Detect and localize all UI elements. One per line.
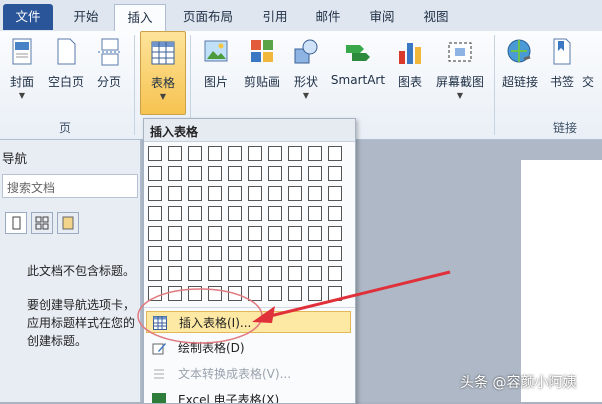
annotation-overlay xyxy=(137,270,451,344)
red-arrow-shaft xyxy=(261,270,451,320)
highlight-ellipse xyxy=(137,288,263,344)
watermark-text: 头条 @容颜小阿姨 xyxy=(460,375,577,391)
red-arrow-head xyxy=(252,306,275,323)
